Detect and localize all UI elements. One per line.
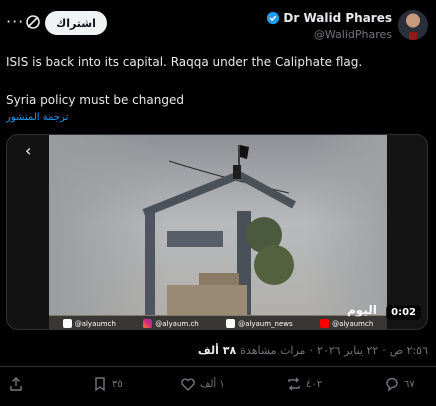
repost-button[interactable]: ٤٠٢ xyxy=(286,376,322,392)
divider xyxy=(0,366,436,367)
views-count: ٣٨ ألف xyxy=(197,344,237,357)
bookmark-icon xyxy=(95,377,105,392)
meta-separator: · xyxy=(309,344,313,357)
author-handle[interactable]: @WalidPhares xyxy=(314,28,392,41)
repost-count: ٤٠٢ xyxy=(306,378,323,390)
reply-count: ٦٧ xyxy=(404,378,415,390)
translate-post-link[interactable]: ترجمة المنشور xyxy=(6,112,68,123)
repost-icon xyxy=(288,377,300,391)
video-duration: 0:02 xyxy=(386,305,421,320)
tweet-header: ··· اشتراك Dr Walid Phares @WalidPhares xyxy=(0,0,436,48)
channel-brand: اليوم xyxy=(347,303,377,317)
more-icon[interactable]: ··· xyxy=(6,12,24,31)
chevron-left-icon[interactable]: ‹ xyxy=(25,141,31,160)
like-button[interactable]: ١ ألف xyxy=(180,376,225,392)
share-button[interactable] xyxy=(8,376,24,392)
tweet-date[interactable]: ٢٢ يناير ٢٠٢٦ xyxy=(317,344,378,357)
social-handle: @alyaum.ch xyxy=(155,319,199,328)
author-name-row: Dr Walid Phares xyxy=(266,11,392,25)
author-name[interactable]: Dr Walid Phares xyxy=(283,11,392,25)
tweet-time[interactable]: ٢:٥٦ ص xyxy=(390,344,428,357)
heart-icon xyxy=(181,378,195,391)
social-handle: @alyaumch xyxy=(332,319,374,328)
facebook-icon xyxy=(62,319,72,328)
bookmark-count: ٣٥ xyxy=(112,378,123,390)
tweet-text-line-1: ISIS is back into its capital. Raqqa und… xyxy=(6,55,363,69)
video-letterbox-right xyxy=(385,135,427,329)
instagram-icon xyxy=(143,319,153,328)
bookmark-button[interactable]: ٣٥ xyxy=(92,376,123,392)
action-bar: ٣٥ ١ ألف ٤٠٢ ٦٧ xyxy=(0,376,436,400)
x-icon xyxy=(226,319,236,328)
social-handle: @alyaum_news xyxy=(238,319,293,328)
video-scene xyxy=(49,145,387,329)
youtube-icon xyxy=(320,319,330,328)
meta-separator: · xyxy=(382,344,386,357)
grok-icon[interactable] xyxy=(25,14,41,30)
reply-icon xyxy=(386,377,398,392)
upload-icon xyxy=(10,377,22,391)
social-youtube: @alyaumch xyxy=(320,319,373,328)
tweet-text-line-2: Syria policy must be changed xyxy=(6,93,184,107)
social-handle: @alyaumch xyxy=(74,319,116,328)
avatar[interactable] xyxy=(398,10,428,40)
views-label: مرات مشاهدة xyxy=(240,344,306,357)
social-instagram: @alyaum.ch xyxy=(143,319,199,328)
video-player[interactable]: ‹ اليوم 0:02 @alyaumch @alyaum.ch @alyau… xyxy=(6,134,428,330)
like-count: ١ ألف xyxy=(200,378,225,390)
social-handles-bar: @alyaumch @alyaum.ch @alyaum_news @alyau… xyxy=(49,316,387,329)
subscribe-button[interactable]: اشتراك xyxy=(45,11,107,35)
video-letterbox-left xyxy=(7,135,49,329)
social-x: @alyaum_news xyxy=(226,319,293,328)
verified-badge-icon xyxy=(267,11,280,25)
tweet-meta: ٢:٥٦ ص · ٢٢ يناير ٢٠٢٦ · مرات مشاهدة ٣٨ … xyxy=(198,344,428,357)
social-facebook: @alyaumch xyxy=(62,319,116,328)
reply-button[interactable]: ٦٧ xyxy=(384,376,415,392)
